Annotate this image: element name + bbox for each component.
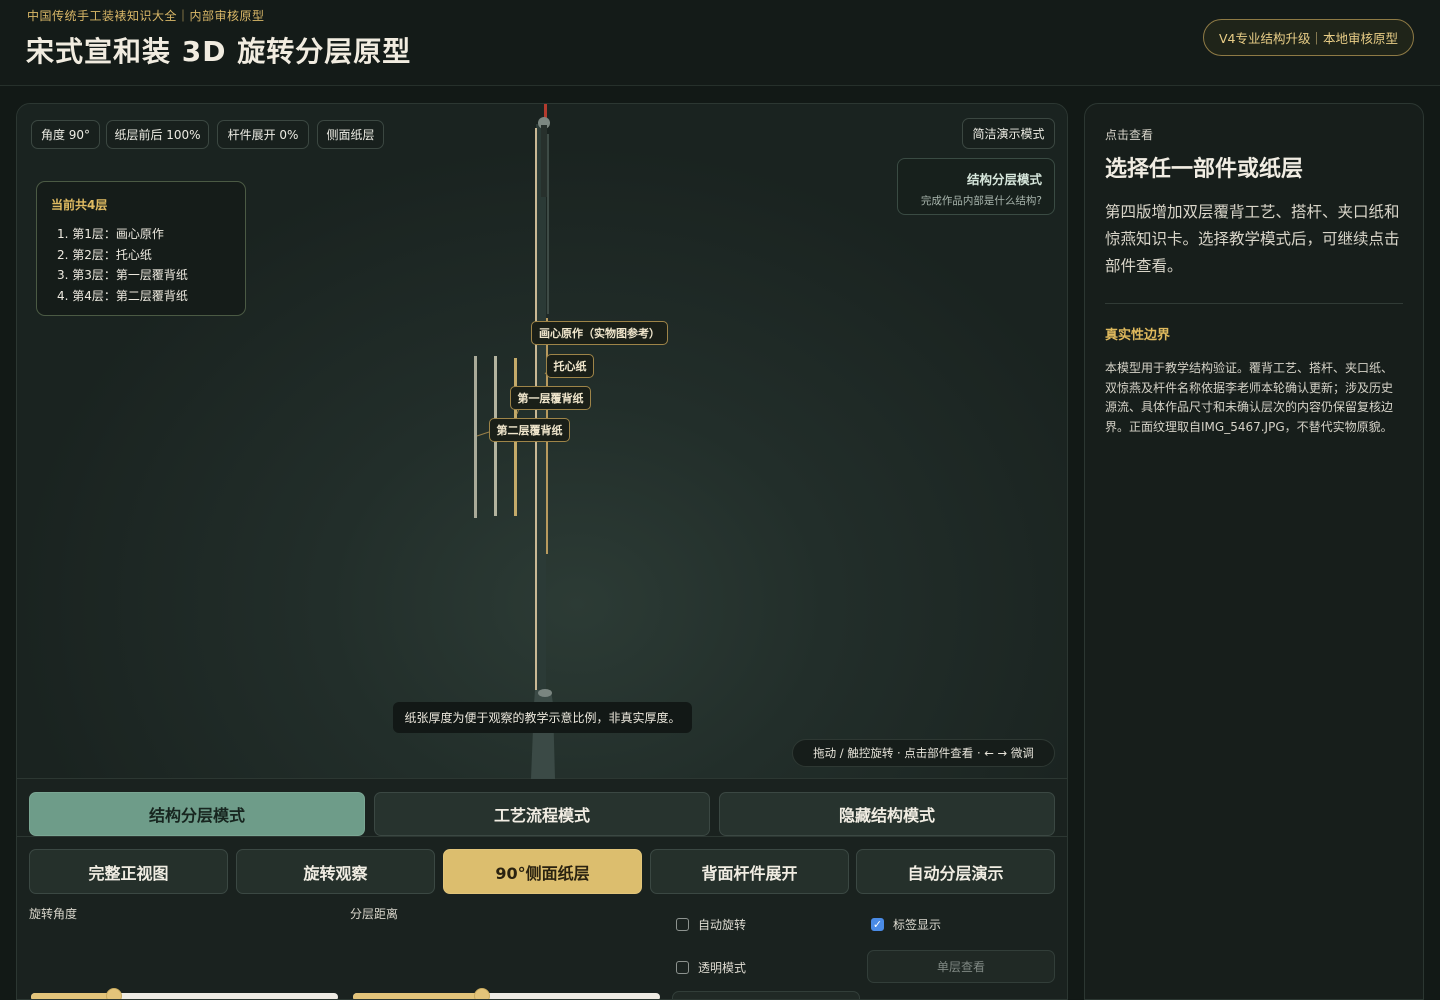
- transparent-toggle[interactable]: 透明模式: [676, 959, 746, 976]
- layer-list-item[interactable]: 2. 第2层：托心纸: [51, 246, 245, 267]
- single-layer-button[interactable]: 单层查看: [867, 950, 1055, 983]
- scroll-edge-body[interactable]: [536, 124, 546, 764]
- layer-bar-4[interactable]: [474, 356, 477, 518]
- viewer-panel: 角度 90° 纸层前后 100% 杆件展开 0% 侧面纸层 简洁演示模式 结构分…: [16, 103, 1068, 1000]
- bottom-roller-cap: [538, 689, 552, 697]
- auto-rotate-checkbox[interactable]: [676, 918, 689, 931]
- transparent-label: 透明模式: [698, 961, 747, 975]
- layer-list-item[interactable]: 1. 第1层：画心原作: [51, 225, 245, 246]
- version-badge: V4专业结构升级｜本地审核原型: [1203, 19, 1414, 56]
- rotate-angle-fill: [31, 993, 114, 999]
- layer-count-title: 当前共4层: [51, 198, 108, 212]
- info-description: 第四版增加双层覆背工艺、搭杆、夹口纸和惊燕知识卡。选择教学模式后，可继续点击部件…: [1105, 203, 1400, 275]
- rotate-angle-slider[interactable]: [31, 988, 338, 999]
- auto-rotate-label: 自动旋转: [698, 918, 747, 932]
- layer-list-panel: 当前共4层 1. 第1层：画心原作 2. 第2层：托心纸 3. 第3层：第一层覆…: [36, 181, 246, 316]
- page-title: 宋式宣和装 3D 旋转分层原型: [26, 35, 412, 68]
- layer-label-backing[interactable]: 托心纸: [546, 354, 594, 378]
- simple-mode-button[interactable]: 简洁演示模式: [962, 118, 1055, 149]
- layer-label-painting[interactable]: 画心原作（实物图参考）: [531, 321, 668, 345]
- auto-rotate-toggle[interactable]: 自动旋转: [676, 916, 746, 933]
- show-labels-checkbox[interactable]: [871, 918, 884, 931]
- 3d-stage[interactable]: 角度 90° 纸层前后 100% 杆件展开 0% 侧面纸层 简洁演示模式 结构分…: [17, 104, 1067, 779]
- side-layer-view-button[interactable]: 90°侧面纸层: [443, 849, 642, 894]
- divider: [17, 836, 1067, 837]
- show-labels-label: 标签显示: [893, 918, 942, 932]
- info-hint: 点击查看: [1105, 128, 1154, 142]
- scroll-edge-rear: [547, 134, 549, 314]
- side-layer-chip: 侧面纸层: [317, 120, 384, 149]
- info-panel: 点击查看 选择任一部件或纸层 第四版增加双层覆背工艺、搭杆、夹口纸和惊燕知识卡。…: [1084, 103, 1424, 1000]
- hidden-structure-mode-button[interactable]: 隐藏结构模式: [719, 792, 1055, 836]
- layer-list-item[interactable]: 4. 第4层：第二层覆背纸: [51, 287, 245, 308]
- mode-card-subtitle: 完成作品内部是什么结构?: [920, 195, 1042, 207]
- layer-list-item[interactable]: 3. 第3层：第一层覆背纸: [51, 266, 245, 287]
- header-subtitle: 中国传统手工装裱知识大全｜内部审核原型: [27, 9, 265, 23]
- extra-control-button[interactable]: [672, 991, 860, 999]
- layer-label-first-lining[interactable]: 第一层覆背纸: [510, 386, 591, 410]
- mode-card: 结构分层模式 完成作品内部是什么结构?: [897, 158, 1055, 215]
- show-labels-toggle[interactable]: 标签显示: [871, 916, 941, 933]
- rotate-angle-thumb[interactable]: [106, 988, 122, 999]
- thickness-note: 纸张厚度为便于观察的教学示意比例，非真实厚度。: [393, 702, 692, 733]
- layer-label-second-lining[interactable]: 第二层覆背纸: [489, 418, 570, 442]
- front-view-button[interactable]: 完整正视图: [29, 849, 228, 894]
- info-divider: [1105, 303, 1403, 304]
- info-title: 选择任一部件或纸层: [1105, 157, 1304, 182]
- process-mode-button[interactable]: 工艺流程模式: [374, 792, 710, 836]
- scroll-edge-highlight: [535, 128, 537, 768]
- rotate-view-button[interactable]: 旋转观察: [236, 849, 435, 894]
- interaction-hint: 拖动 / 触控旋转 · 点击部件查看 · ← → 微调: [792, 739, 1055, 767]
- layer-distance-fill: [353, 993, 482, 999]
- top-rod-red[interactable]: [544, 104, 547, 118]
- authenticity-title: 真实性边界: [1105, 328, 1171, 343]
- structure-mode-button[interactable]: 结构分层模式: [29, 792, 365, 836]
- rod-expand-view-button[interactable]: 背面杆件展开: [650, 849, 849, 894]
- angle-chip: 角度 90°: [31, 120, 100, 149]
- authenticity-body: 本模型用于教学结构验证。覆背工艺、搭杆、夹口纸、双惊燕及杆件名称依据李老师本轮确…: [1105, 361, 1394, 434]
- app-header: 中国传统手工装裱知识大全｜内部审核原型 宋式宣和装 3D 旋转分层原型 V4专业…: [0, 0, 1440, 86]
- layer-list: 1. 第1层：画心原作 2. 第2层：托心纸 3. 第3层：第一层覆背纸 4. …: [51, 225, 245, 307]
- layer-distance-label: 分层距离: [350, 907, 399, 921]
- transparent-checkbox[interactable]: [676, 961, 689, 974]
- rotate-angle-label: 旋转角度: [29, 907, 78, 921]
- auto-layer-demo-button[interactable]: 自动分层演示: [856, 849, 1055, 894]
- layer-distance-thumb[interactable]: [474, 988, 490, 999]
- layer-distance-slider[interactable]: [353, 988, 660, 999]
- depth-chip: 纸层前后 100%: [106, 120, 209, 149]
- mode-card-title: 结构分层模式: [966, 172, 1042, 187]
- top-rod-bar[interactable]: [541, 125, 547, 197]
- rod-expand-chip: 杆件展开 0%: [217, 120, 309, 149]
